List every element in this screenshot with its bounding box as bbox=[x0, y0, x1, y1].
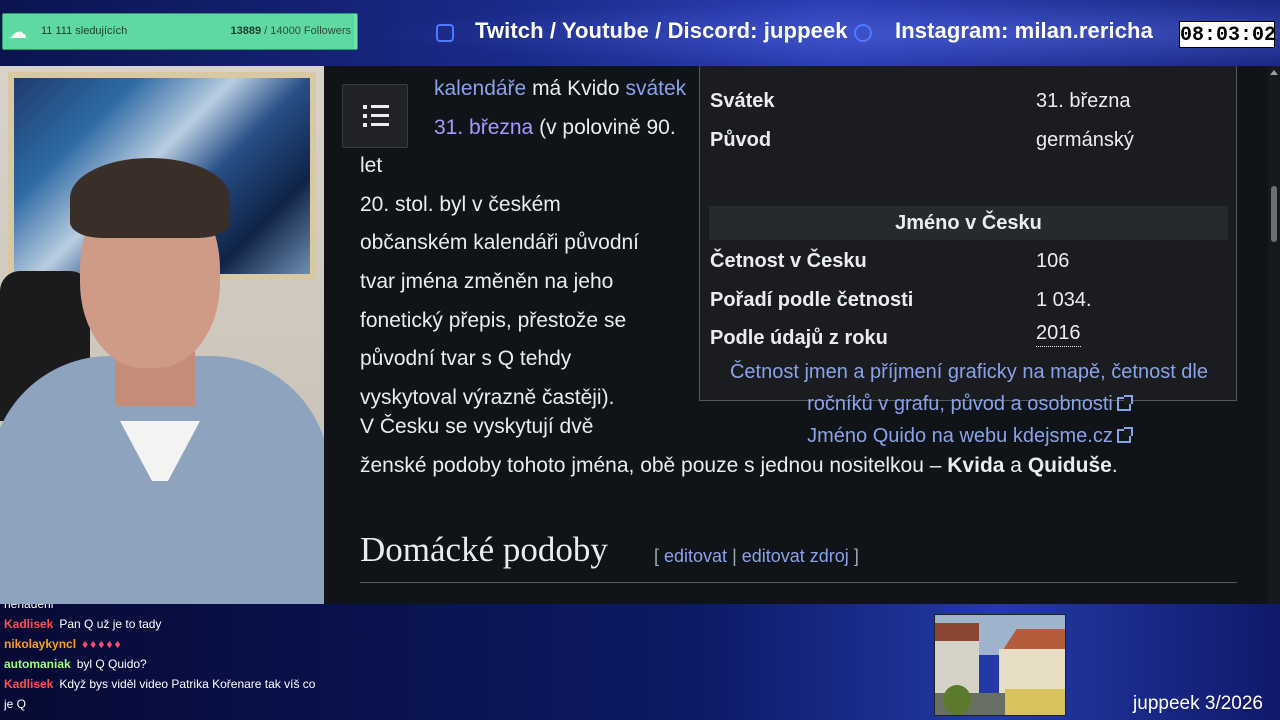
section-heading: Domácké podoby bbox=[360, 530, 608, 569]
external-link-icon bbox=[1116, 395, 1133, 411]
infobox-row-cetnost: Četnost v Česku 106 bbox=[709, 243, 1229, 279]
para-line: kalendáře má Kvido svátek bbox=[360, 70, 690, 109]
stream-screen: ☁ 11 111 sledujících 13889 / 14000 Follo… bbox=[0, 0, 1280, 720]
chat-message: Kadlisek Když bys viděl video Patrika Koř… bbox=[4, 674, 324, 714]
infobox-value[interactable]: 31. března bbox=[1036, 83, 1131, 119]
edit-bracket: [ bbox=[654, 546, 665, 566]
infobox-link-line[interactable]: Jméno Quido na webu kdejsme.cz bbox=[700, 420, 1238, 452]
chat-text: nenadeni bbox=[4, 604, 54, 611]
edit-link[interactable]: editovat bbox=[664, 546, 727, 566]
outdoor-camera bbox=[934, 614, 1066, 716]
social-links-text: Twitch / Youtube / Discord: juppeek bbox=[475, 18, 848, 43]
para-text: . bbox=[1111, 453, 1118, 477]
cam-roof-left bbox=[935, 623, 979, 641]
name-kvida: Kvida bbox=[947, 453, 1005, 477]
infobox-label: Původ bbox=[710, 129, 772, 151]
infobox-value: 106 bbox=[1036, 250, 1070, 272]
para-text: ženské podoby tohoto jména, obě pouze s … bbox=[360, 453, 948, 477]
chat-username: Kadlisek bbox=[4, 617, 54, 631]
streamer-hair bbox=[70, 158, 230, 238]
para-text: má Kvido bbox=[526, 77, 626, 100]
date-link[interactable]: 31. března bbox=[434, 116, 533, 139]
instagram-handle: Instagram: milan.rericha bbox=[895, 18, 1153, 43]
infobox-row-poradi: Pořadí podle četnosti 1 034. bbox=[709, 282, 1229, 318]
section-edit-links: [ editovat | editovat zdroj ] bbox=[654, 546, 859, 567]
follower-goal-widget: ☁ 11 111 sledujících 13889 / 14000 Follo… bbox=[2, 13, 358, 50]
infobox-link-text[interactable]: ročníků v grafu, původ a osobnosti bbox=[807, 393, 1113, 415]
infobox-value: germánský bbox=[1036, 129, 1134, 151]
para-line: ženské podoby tohoto jména, obě pouze s … bbox=[360, 447, 1240, 486]
follower-goal-current: 13889 bbox=[230, 25, 262, 37]
chat-message: nenadeni bbox=[4, 604, 324, 614]
infobox-row-svatek: Svátek 31. března bbox=[709, 83, 1229, 119]
heading-divider bbox=[360, 582, 1237, 583]
chat-username: automaniak bbox=[4, 657, 71, 671]
infobox-label: Pořadí podle četnosti bbox=[710, 289, 914, 311]
scrollbar-thumb[interactable] bbox=[1271, 186, 1277, 242]
infobox-label: Podle údajů z roku bbox=[710, 327, 888, 349]
infobox-value: 1 034. bbox=[1036, 289, 1092, 311]
infobox-link-line[interactable]: Četnost jmen a příjmení graficky na mapě… bbox=[700, 356, 1238, 388]
instagram-icon bbox=[854, 24, 872, 42]
goal-icon: ☁ bbox=[9, 22, 27, 42]
infobox-section-header: Jméno v Česku bbox=[709, 206, 1228, 240]
chat-message: nikolaykyncl ♦♦♦♦♦ bbox=[4, 634, 324, 654]
external-link-icon bbox=[1116, 427, 1133, 443]
chat-overlay: nenadeni Kadlisek Pan Q už je to tady nikol… bbox=[4, 604, 324, 720]
chat-text: byl Q Quido? bbox=[76, 657, 147, 671]
chat-text: Pan Q už je to tady bbox=[59, 617, 162, 631]
chat-message: Kadlisek Pan Q už je to tady bbox=[4, 614, 324, 634]
para-line: 31. března (v polovině 90. let bbox=[360, 109, 690, 186]
scroll-up-icon[interactable] bbox=[1270, 70, 1278, 75]
edit-bracket: ] bbox=[848, 546, 859, 566]
para-line: původní tvar s Q tehdy bbox=[360, 347, 572, 371]
infobox: Svátek 31. března Původ germánský Jméno … bbox=[699, 66, 1237, 447]
para-line: fonetický přepis, přestože se bbox=[360, 308, 627, 332]
infobox-link-line[interactable]: ročníků v grafu, původ a osobnosti bbox=[700, 388, 1238, 420]
chat-emotes: ♦♦♦♦♦ bbox=[82, 637, 123, 651]
twitch-icon bbox=[436, 24, 454, 42]
chat-message: automaniak byl Q Quido? bbox=[4, 654, 324, 674]
chat-username: Kadlisek bbox=[4, 677, 54, 691]
infobox-label: Četnost v Česku bbox=[710, 250, 867, 272]
kalendar-link[interactable]: kalendáře bbox=[434, 77, 526, 100]
para-line: tvar jména změněn na jeho bbox=[360, 269, 614, 293]
infobox-row-rok: Podle údajů z roku 2016 bbox=[709, 320, 1229, 356]
edit-separator: | bbox=[727, 546, 742, 566]
follower-goal-count: 13889 / 14000 Followers bbox=[231, 25, 351, 37]
svatek-link[interactable]: svátek bbox=[625, 77, 686, 100]
follower-goal-target: / 14000 Followers bbox=[261, 25, 351, 37]
follower-goal-title: 11 111 sledujících bbox=[41, 25, 128, 37]
para-line: občanském kalendáři původní bbox=[360, 231, 640, 255]
infobox-value[interactable]: 2016 bbox=[1036, 320, 1081, 347]
stream-clock: 08:03:02 bbox=[1179, 21, 1276, 48]
page-scrollbar[interactable] bbox=[1268, 66, 1280, 604]
infobox-label[interactable]: Svátek bbox=[710, 83, 775, 119]
article-paragraph: kalendáře má Kvido svátek 31. března (v … bbox=[360, 70, 690, 417]
infobox-row-puvod: Původ germánský bbox=[709, 122, 1229, 158]
webcam-feed bbox=[0, 66, 324, 604]
name-quiduse: Quiduše bbox=[1027, 453, 1112, 477]
infobox-links: Četnost jmen a příjmení graficky na mapě… bbox=[700, 356, 1238, 452]
para-text: a bbox=[1004, 453, 1028, 477]
cam-bush bbox=[943, 685, 971, 715]
infobox-link-text[interactable]: Jméno Quido na webu kdejsme.cz bbox=[807, 425, 1113, 447]
para-line: 20. stol. byl v českém bbox=[360, 192, 561, 216]
stream-top-overlay: ☁ 11 111 sledujících 13889 / 14000 Follo… bbox=[0, 0, 1280, 66]
cam-sidewalk bbox=[1005, 689, 1065, 715]
edit-source-link[interactable]: editovat zdroj bbox=[742, 546, 849, 566]
chat-username: nikolaykyncl bbox=[4, 637, 77, 651]
stream-date-tag: juppeek 3/2026 bbox=[1133, 693, 1263, 714]
wikipedia-article[interactable]: kalendáře má Kvido svátek 31. března (v … bbox=[324, 66, 1268, 604]
